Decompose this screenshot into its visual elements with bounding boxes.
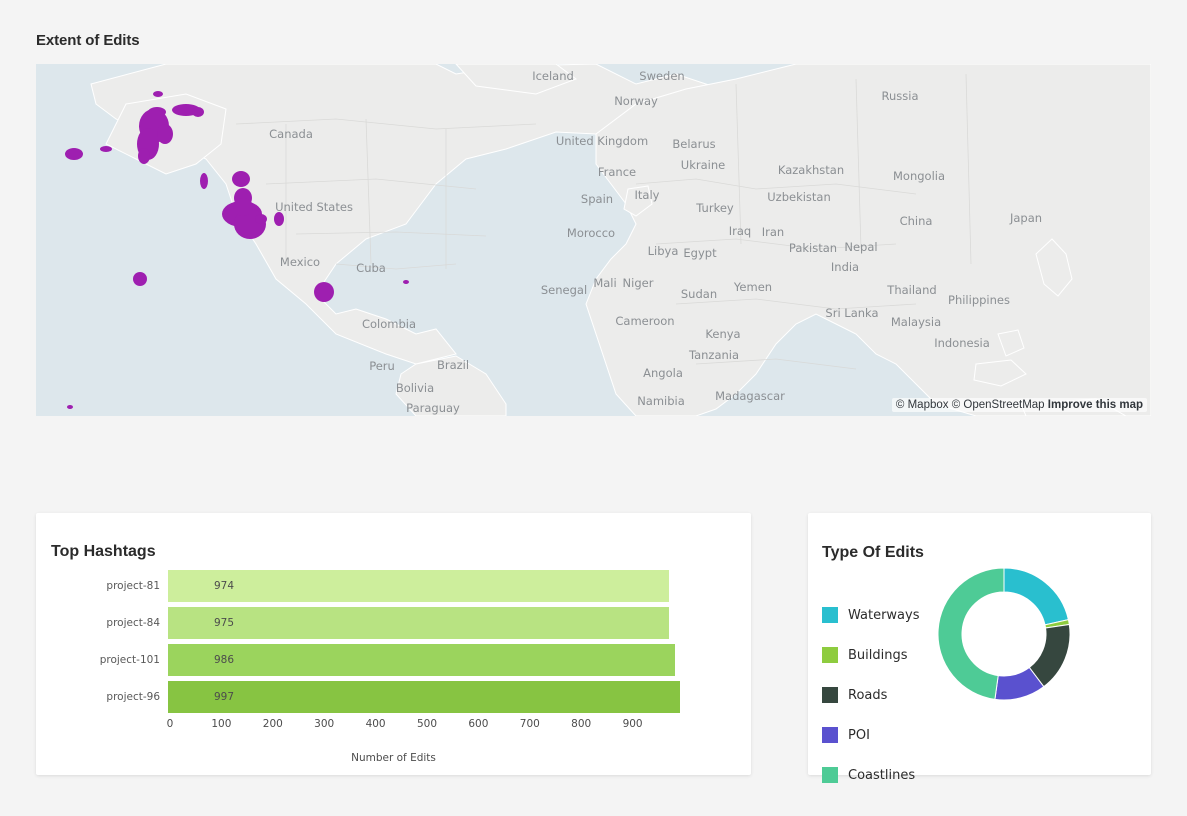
donut-segment[interactable] [1003,568,1070,626]
x-axis-title: Number of Edits [351,752,436,764]
legend-swatch [822,607,838,623]
map-attribution[interactable]: © Mapbox © OpenStreetMap Improve this ma… [891,398,1147,412]
x-axis-tick-label: 300 [314,718,335,730]
bar-row[interactable]: project-84 975 [36,607,751,639]
bar-value-label: 997 [214,691,235,703]
bar-value-label: 986 [214,654,235,666]
legend-swatch [822,727,838,743]
x-axis-tick-label: 700 [519,718,540,730]
type-of-edits-donut-chart[interactable] [938,568,1070,700]
bar-rect[interactable] [168,607,670,639]
legend-swatch [822,687,838,703]
legend-item[interactable]: Coastlines [822,765,920,785]
top-hashtags-card: Top Hashtags project-81 974 project-84 975 p… [36,513,751,775]
x-axis-tick-label: 900 [622,718,643,730]
map-canvas [36,64,1151,416]
legend-label: Waterways [848,607,920,623]
legend-swatch [822,647,838,663]
legend-label: Roads [848,687,888,703]
top-hashtags-bar-chart[interactable]: project-81 974 project-84 975 project-101 986… [36,513,751,775]
donut-segment[interactable] [938,568,1005,700]
bar-rect[interactable] [168,570,669,602]
legend-item[interactable]: Roads [822,685,920,705]
bar-row[interactable]: project-101 986 [36,644,751,676]
legend-label: Buildings [848,647,908,663]
bar-value-label: 974 [214,580,235,592]
legend-label: POI [848,727,870,743]
attribution-osm: © OpenStreetMap [951,399,1045,411]
x-axis-tick-label: 800 [571,718,592,730]
bar-value-label: 975 [214,617,235,629]
bar-rect[interactable] [168,681,681,713]
legend-label: Coastlines [848,767,916,783]
attribution-mapbox: © Mapbox [895,399,949,411]
improve-this-map-link[interactable]: Improve this map [1048,399,1143,411]
x-axis-tick-label: 500 [416,718,438,730]
x-axis-tick-label: 600 [468,718,489,730]
x-axis-tick-label: 200 [262,718,283,730]
bar-category-label: project-96 [106,691,160,703]
bar-category-label: project-84 [106,617,160,629]
legend-item[interactable]: Buildings [822,645,920,665]
type-of-edits-legend: Waterways Buildings Roads POI Coastlines [822,605,920,805]
page-title: Extent of Edits [36,32,140,49]
bar-rect[interactable] [168,644,675,676]
extent-of-edits-map[interactable]: Iceland Sweden Norway Russia United Kingdom B… [36,64,1151,416]
bar-row[interactable]: project-96 997 [36,681,751,713]
legend-swatch [822,767,838,783]
bar-row[interactable]: project-81 974 [36,570,751,602]
x-axis-tick-label: 0 [166,718,174,730]
legend-item[interactable]: Waterways [822,605,920,625]
type-of-edits-title: Type Of Edits [822,544,924,561]
bar-category-label: project-81 [106,580,160,592]
legend-item[interactable]: POI [822,725,920,745]
bar-category-label: project-101 [99,654,160,666]
dashboard-page: Extent of Edits Iceland Sweden Norway Ru… [0,0,1187,816]
x-axis-tick-label: 400 [365,718,386,730]
x-axis-tick-label: 100 [211,718,232,730]
